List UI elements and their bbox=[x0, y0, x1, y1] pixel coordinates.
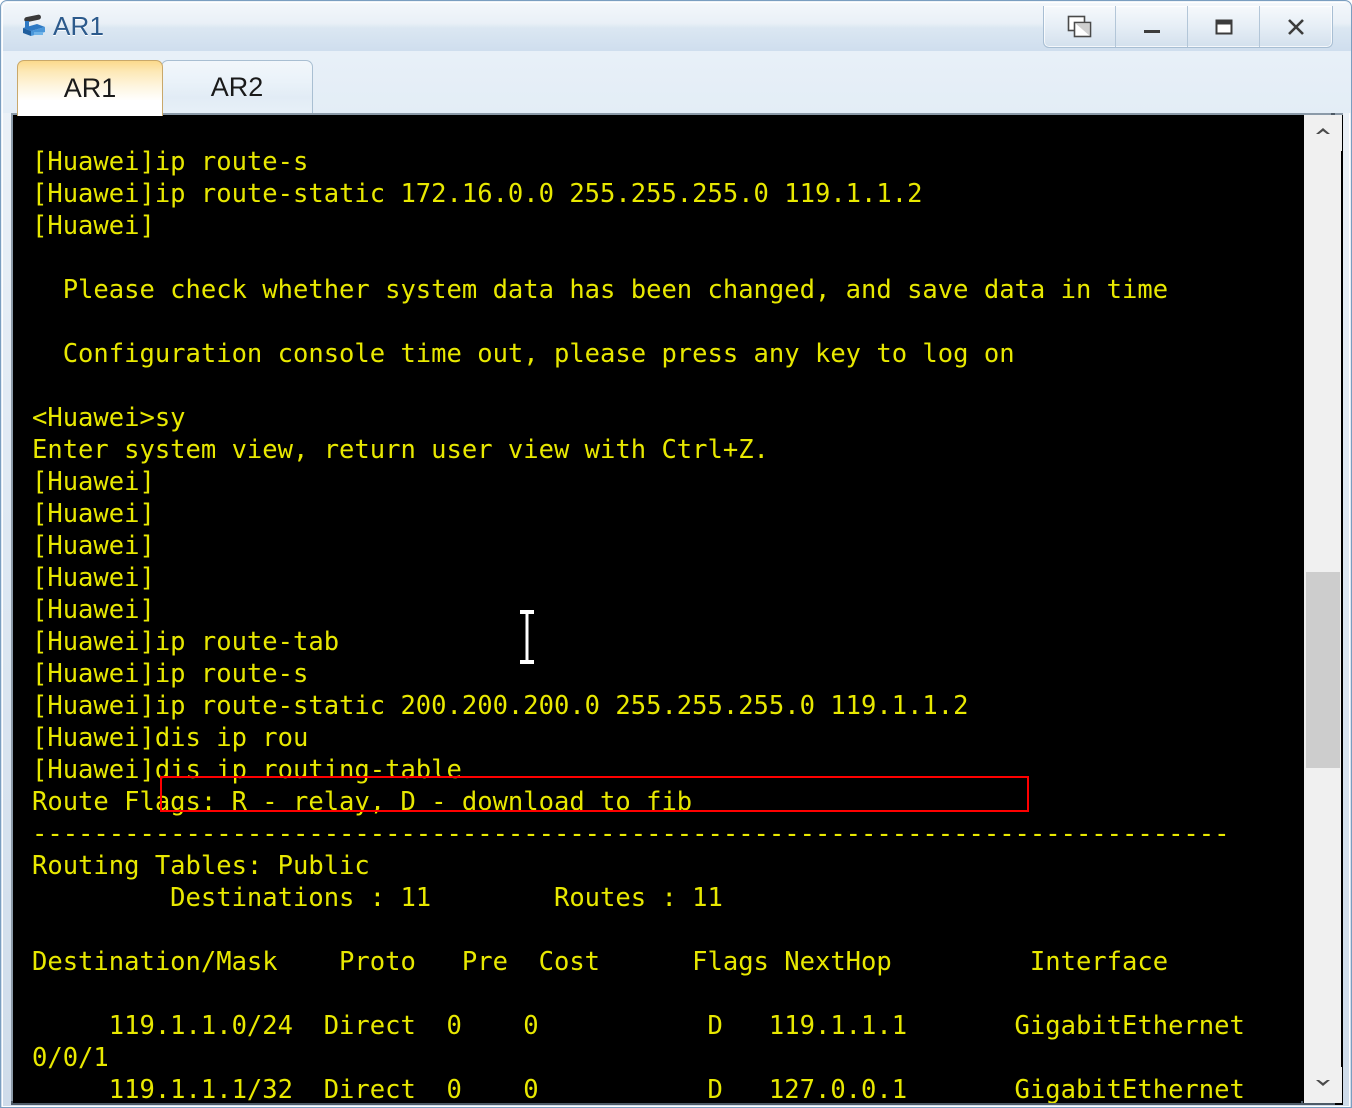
scrollbar-thumb[interactable] bbox=[1306, 572, 1340, 768]
restore-cascade-button[interactable] bbox=[1044, 6, 1116, 47]
i-beam-cursor bbox=[516, 610, 538, 664]
vertical-scrollbar[interactable] bbox=[1303, 115, 1342, 1103]
scroll-down-button[interactable] bbox=[1304, 1067, 1342, 1103]
maximize-button[interactable] bbox=[1188, 6, 1260, 47]
tab-ar2[interactable]: AR2 bbox=[161, 60, 313, 113]
tab-ar2-label: AR2 bbox=[210, 71, 264, 102]
chevron-down-icon bbox=[1313, 1076, 1333, 1095]
router-icon bbox=[19, 12, 49, 42]
terminal-output[interactable]: [Huawei]ip route-s [Huawei]ip route-stat… bbox=[13, 115, 1301, 1103]
window-controls bbox=[1043, 6, 1333, 48]
tab-ar1-label: AR1 bbox=[63, 73, 117, 103]
terminal-text: [Huawei]ip route-s [Huawei]ip route-stat… bbox=[32, 146, 1245, 1104]
scroll-up-button[interactable] bbox=[1304, 115, 1342, 151]
tab-strip: AR1 AR2 bbox=[3, 51, 1351, 116]
close-button[interactable] bbox=[1260, 6, 1332, 47]
minimize-button[interactable] bbox=[1116, 6, 1188, 47]
console-window: AR1 AR1 AR2 [Huawei]ip route-s [Huawei]i… bbox=[0, 0, 1352, 1108]
tab-ar1[interactable]: AR1 bbox=[17, 60, 163, 116]
title-bar: AR1 bbox=[3, 3, 1351, 51]
window-title: AR1 bbox=[53, 11, 105, 41]
chevron-up-icon bbox=[1313, 124, 1333, 143]
terminal-area: [Huawei]ip route-s [Huawei]ip route-stat… bbox=[11, 113, 1343, 1105]
